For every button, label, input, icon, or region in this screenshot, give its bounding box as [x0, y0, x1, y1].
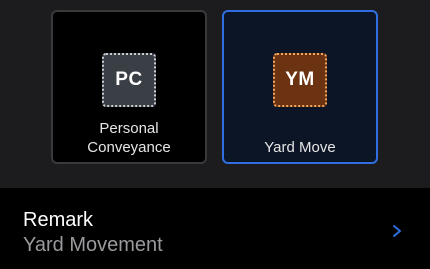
status-mode-screen: PC Personal Conveyance YM Yard Move Rema…	[0, 0, 430, 269]
chevron-right-icon	[393, 225, 401, 237]
personal-conveyance-label: Personal Conveyance	[53, 119, 205, 157]
remark-value: Yard Movement	[23, 234, 163, 256]
remark-row[interactable]: Remark Yard Movement	[0, 188, 430, 269]
personal-conveyance-label-line1: Personal	[99, 120, 159, 137]
remark-title: Remark	[23, 209, 94, 231]
personal-conveyance-option[interactable]: PC Personal Conveyance	[51, 10, 207, 164]
yard-move-label: Yard Move	[264, 139, 336, 156]
ym-badge: YM	[273, 53, 327, 107]
yard-move-option[interactable]: YM Yard Move	[222, 10, 378, 164]
personal-conveyance-label-line2: Conveyance	[87, 139, 171, 156]
mode-options: PC Personal Conveyance YM Yard Move	[0, 0, 430, 188]
pc-badge: PC	[102, 53, 156, 107]
